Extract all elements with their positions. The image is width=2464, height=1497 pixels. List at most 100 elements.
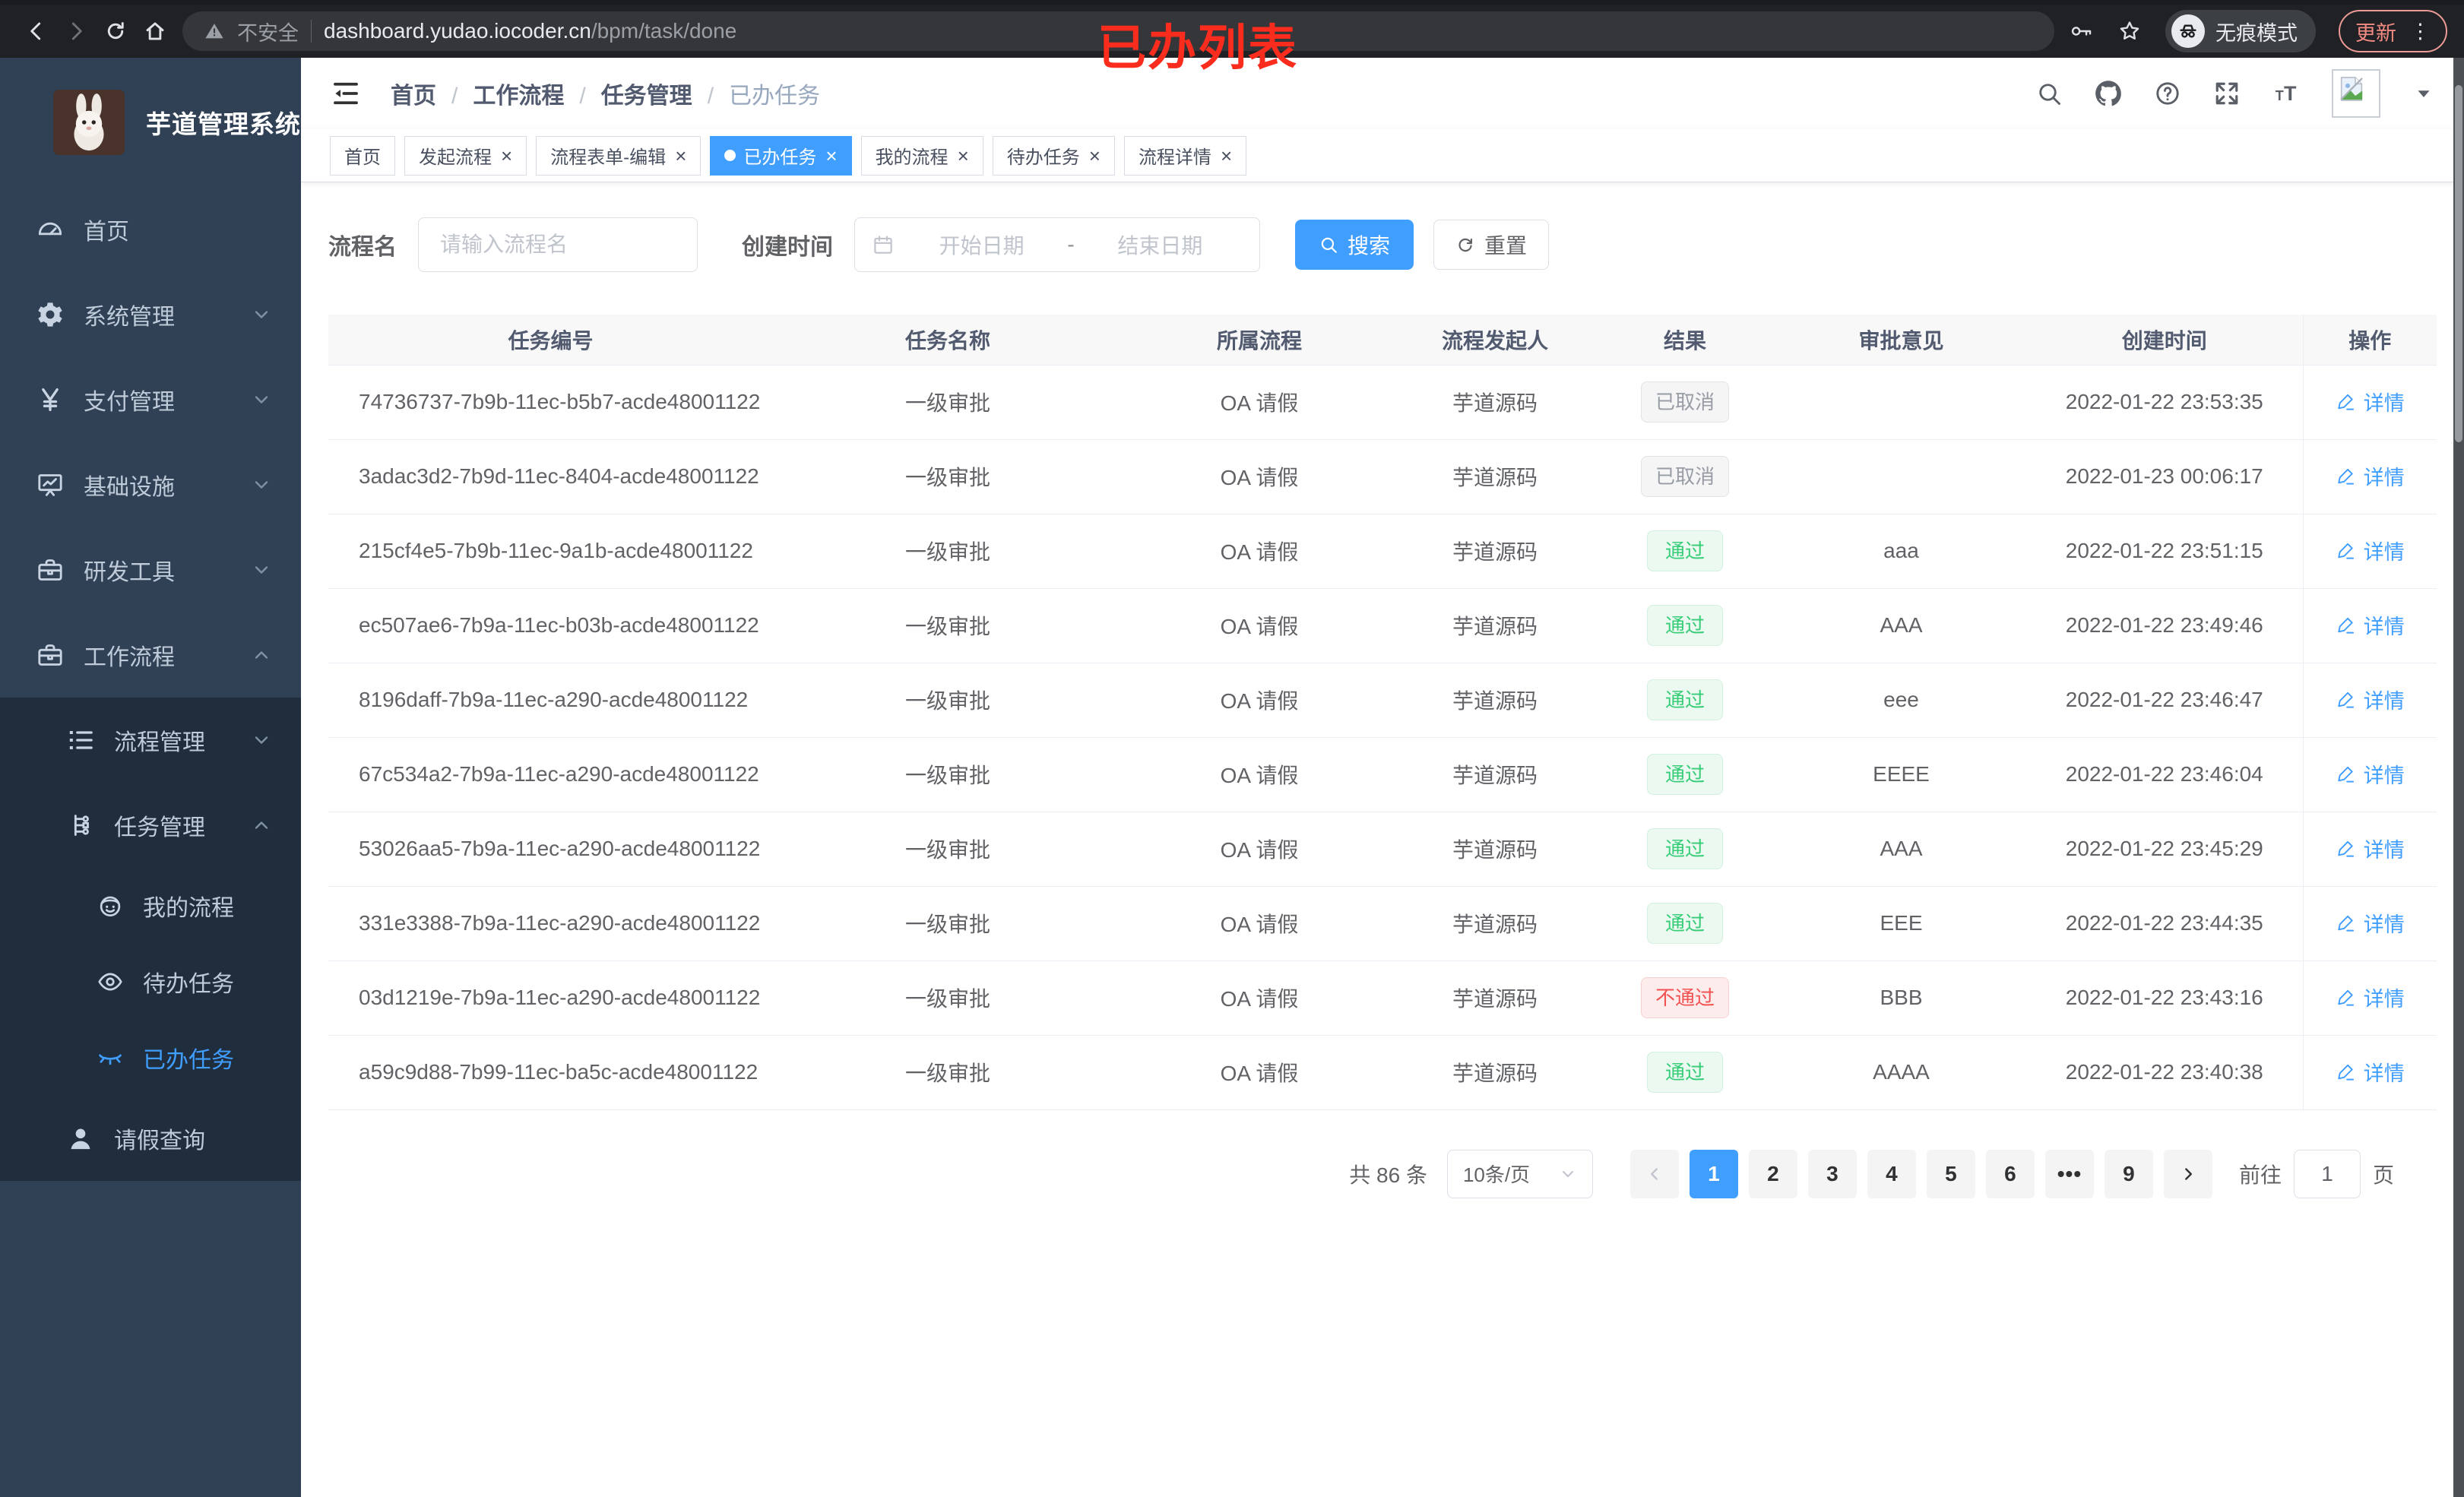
fullscreen-icon[interactable] <box>2213 80 2241 107</box>
table-row: 03d1219e-7b9a-11ec-a290-acde48001122 一级审… <box>328 961 2437 1036</box>
bookmark-star-icon[interactable] <box>2117 18 2143 44</box>
sidebar-item[interactable]: 流程管理 <box>0 698 301 783</box>
page-size-select[interactable]: 10条/页 <box>1446 1149 1593 1198</box>
sidebar-item[interactable]: 基础设施 <box>0 442 301 527</box>
sidebar-item[interactable]: 已办任务 <box>0 1020 301 1096</box>
page-button[interactable]: 6 <box>1985 1149 2035 1198</box>
dashboard-icon <box>35 214 65 245</box>
close-icon[interactable]: × <box>958 146 969 166</box>
sidebar-item[interactable]: 请假查询 <box>0 1096 301 1181</box>
cell-result: 不通过 <box>1594 961 1776 1036</box>
close-icon[interactable]: × <box>501 146 512 166</box>
cell-process: OA 请假 <box>1123 812 1396 887</box>
cell-task-name: 一级审批 <box>773 663 1123 738</box>
back-icon[interactable] <box>17 11 56 51</box>
cell-comment: BBB <box>1776 961 2026 1036</box>
gear-icon <box>35 299 65 330</box>
goto-page-input[interactable] <box>2293 1149 2361 1198</box>
page-button[interactable]: ••• <box>2044 1149 2094 1198</box>
table-row: 331e3388-7b9a-11ec-a290-acde48001122 一级审… <box>328 886 2437 961</box>
close-icon[interactable]: × <box>1221 146 1232 166</box>
cell-starter: 芋道源码 <box>1396 439 1594 514</box>
reset-button[interactable]: 重置 <box>1433 220 1550 270</box>
detail-link[interactable]: 详情 <box>2336 610 2405 640</box>
page-button[interactable]: 5 <box>1926 1149 1975 1198</box>
sidebar-item[interactable]: 系统管理 <box>0 272 301 357</box>
sidebar-item[interactable]: 首页 <box>0 187 301 272</box>
forward-icon[interactable] <box>56 11 96 51</box>
update-button[interactable]: 更新 ⋮ <box>2339 10 2447 52</box>
result-badge: 通过 <box>1647 530 1723 571</box>
cell-process: OA 请假 <box>1123 961 1396 1036</box>
list-tree-icon <box>65 725 96 755</box>
sidebar-item[interactable]: 工作流程 <box>0 612 301 698</box>
search-icon[interactable] <box>2035 80 2063 107</box>
detail-link[interactable]: 详情 <box>2336 759 2405 789</box>
page-button[interactable]: 3 <box>1807 1149 1857 1198</box>
scrollbar-thumb[interactable] <box>2455 85 2462 442</box>
sidebar-item[interactable]: 待办任务 <box>0 944 301 1020</box>
cell-task-id: 3adac3d2-7b9d-11ec-8404-acde48001122 <box>328 439 773 514</box>
yen-icon <box>35 385 65 415</box>
sidebar-collapse-icon[interactable] <box>330 78 362 109</box>
sidebar-item[interactable]: 任务管理 <box>0 783 301 868</box>
prev-page-button[interactable] <box>1629 1149 1679 1198</box>
detail-link[interactable]: 详情 <box>2336 536 2405 565</box>
detail-link[interactable]: 详情 <box>2336 685 2405 714</box>
detail-link[interactable]: 详情 <box>2336 834 2405 863</box>
infra-icon <box>35 470 65 500</box>
page-button[interactable]: 9 <box>2104 1149 2153 1198</box>
tab[interactable]: 发起流程 × <box>404 135 527 176</box>
avatar-caret-icon[interactable] <box>2412 82 2435 105</box>
tab[interactable]: 我的流程 × <box>860 135 983 176</box>
screen: 不安全 dashboard.yudao.iocoder.cn/bpm/task/… <box>0 0 2464 1497</box>
close-icon[interactable]: × <box>1089 146 1101 166</box>
close-icon[interactable]: × <box>825 146 837 166</box>
search-button[interactable]: 搜索 <box>1295 220 1414 270</box>
detail-link-label: 详情 <box>2363 839 2405 862</box>
page-button[interactable]: 2 <box>1748 1149 1797 1198</box>
date-range-input[interactable]: 开始日期 - 结束日期 <box>854 217 1260 272</box>
reload-icon[interactable] <box>96 11 135 51</box>
help-icon[interactable] <box>2154 80 2181 107</box>
key-icon[interactable] <box>2068 18 2094 44</box>
page-button[interactable]: 1 <box>1689 1149 1738 1198</box>
tab[interactable]: 首页 <box>330 135 395 176</box>
create-time-label: 创建时间 <box>742 235 833 260</box>
github-icon[interactable] <box>2095 80 2122 107</box>
calendar-icon <box>872 233 895 256</box>
column-header: 结果 <box>1594 315 1776 366</box>
avatar[interactable] <box>2332 69 2380 118</box>
window-scrollbar[interactable] <box>2453 58 2464 1497</box>
cell-comment: AAA <box>1776 588 2026 663</box>
menu-dots-icon[interactable]: ⋮ <box>2410 20 2431 43</box>
logo-row[interactable]: 芋道管理系统 <box>0 58 301 187</box>
breadcrumb-item[interactable]: 首页 <box>391 77 436 110</box>
sidebar-item-label: 基础设施 <box>84 475 175 500</box>
sidebar-item[interactable]: 研发工具 <box>0 527 301 612</box>
eye-icon <box>96 967 125 996</box>
tab[interactable]: 已办任务 × <box>710 135 852 176</box>
close-icon[interactable]: × <box>675 146 686 166</box>
next-page-button[interactable] <box>2163 1149 2212 1198</box>
table-row: 8196daff-7b9a-11ec-a290-acde48001122 一级审… <box>328 663 2437 738</box>
detail-link[interactable]: 详情 <box>2336 461 2405 491</box>
breadcrumb-item[interactable]: 工作流程 <box>436 77 564 110</box>
home-icon[interactable] <box>135 11 175 51</box>
detail-link-label: 详情 <box>2363 392 2405 415</box>
detail-link[interactable]: 详情 <box>2336 1057 2405 1087</box>
tab[interactable]: 待办任务 × <box>992 135 1115 176</box>
page-button[interactable]: 4 <box>1867 1149 1916 1198</box>
breadcrumb-item[interactable]: 已办任务 <box>692 77 820 110</box>
tab[interactable]: 流程详情 × <box>1123 135 1247 176</box>
cell-actions: 详情 <box>2302 812 2437 887</box>
sidebar-item[interactable]: 我的流程 <box>0 868 301 944</box>
font-size-icon[interactable] <box>2272 80 2300 107</box>
process-name-input[interactable] <box>418 217 698 272</box>
breadcrumb-item[interactable]: 任务管理 <box>564 77 692 110</box>
detail-link[interactable]: 详情 <box>2336 908 2405 938</box>
detail-link[interactable]: 详情 <box>2336 983 2405 1012</box>
detail-link[interactable]: 详情 <box>2336 387 2405 416</box>
tab[interactable]: 流程表单-编辑 × <box>536 135 702 176</box>
sidebar-item[interactable]: 支付管理 <box>0 357 301 442</box>
